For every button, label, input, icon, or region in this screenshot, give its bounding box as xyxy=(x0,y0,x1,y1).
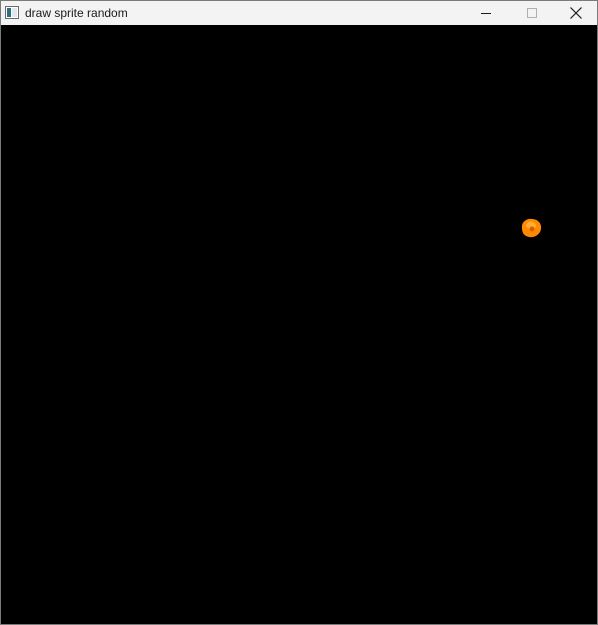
app-window: draw sprite random xyxy=(0,0,598,625)
window-title: draw sprite random xyxy=(25,6,128,20)
orange-blob-sprite-icon xyxy=(521,218,542,238)
drawing-canvas[interactable] xyxy=(1,25,597,624)
minimize-button[interactable] xyxy=(463,1,509,25)
close-button[interactable] xyxy=(553,1,598,25)
close-icon xyxy=(570,7,582,19)
app-icon xyxy=(5,6,19,19)
title-bar[interactable]: draw sprite random xyxy=(1,1,597,25)
maximize-icon xyxy=(527,8,537,18)
minimize-icon xyxy=(481,13,491,14)
maximize-button[interactable] xyxy=(509,1,555,25)
